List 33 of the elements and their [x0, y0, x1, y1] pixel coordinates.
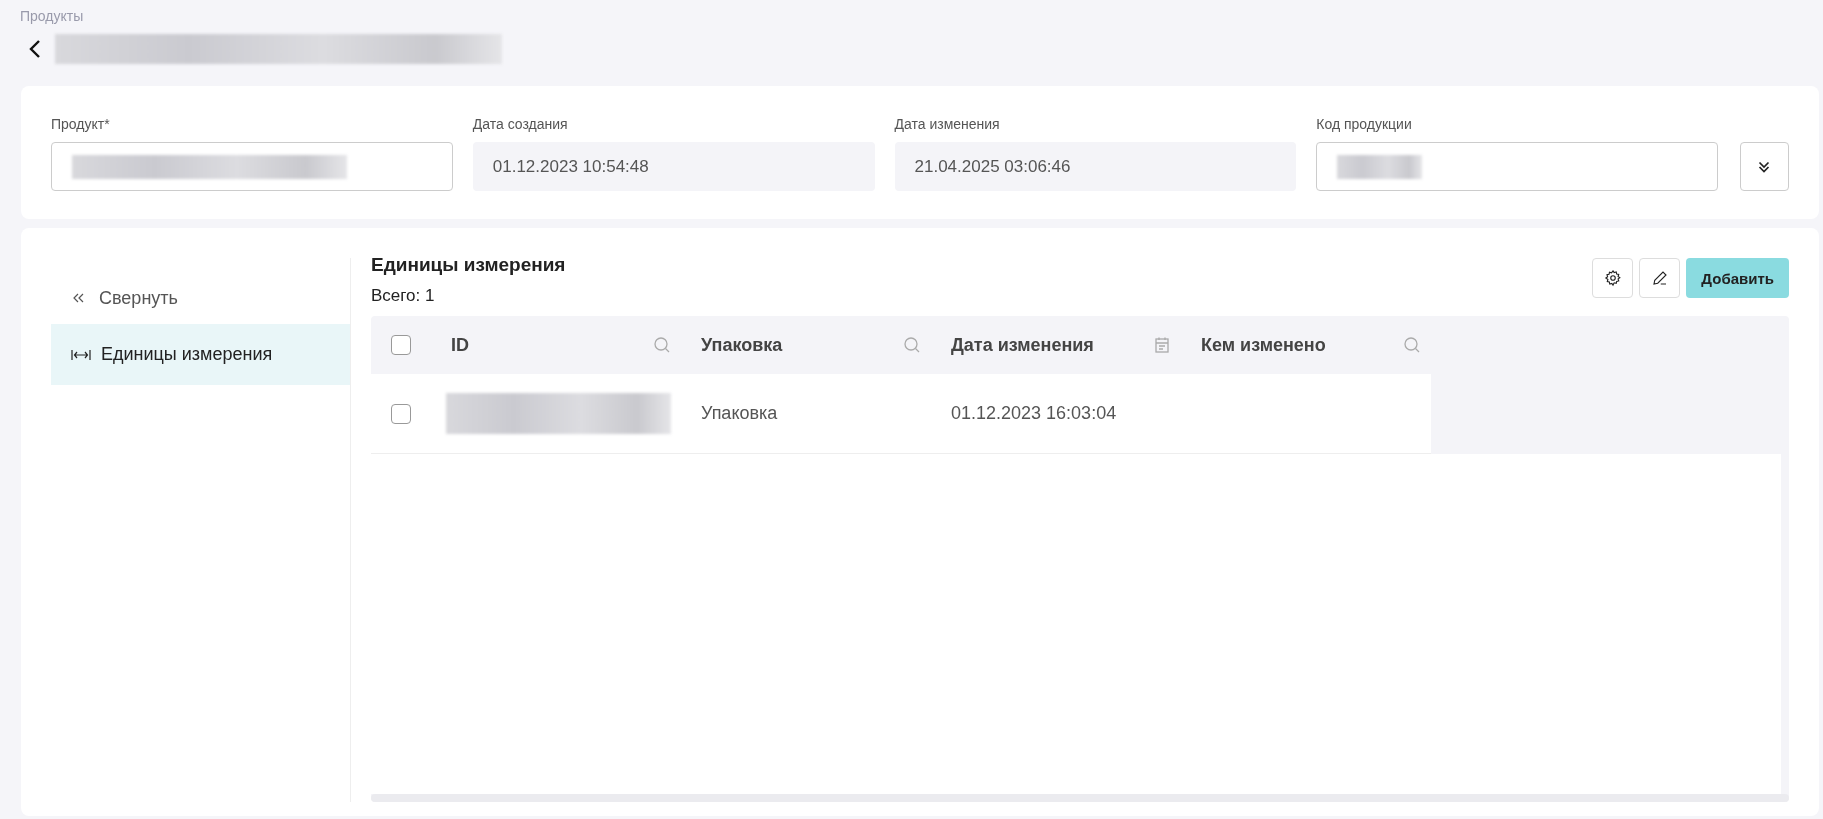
field-label: Продукт*: [51, 116, 111, 132]
expand-button[interactable]: [1740, 142, 1789, 191]
column-header[interactable]: Упаковка: [701, 334, 783, 356]
double-chevron-icon: [71, 292, 85, 304]
search-icon[interactable]: [653, 336, 671, 354]
readonly-field: 01.12.2023 10:54:48: [472, 142, 875, 191]
add-button[interactable]: Добавить: [1686, 258, 1789, 298]
row-checkbox[interactable]: [391, 403, 411, 424]
total-count: Всего: 1: [371, 286, 436, 306]
column-header[interactable]: Дата изменения: [951, 334, 1094, 356]
table-cell: 01.12.2023 16:03:04: [951, 403, 1117, 424]
search-icon[interactable]: [903, 336, 921, 354]
input-field[interactable]: [51, 142, 453, 191]
column-header[interactable]: ID: [451, 334, 469, 356]
section-title: Единицы измерения: [371, 254, 566, 276]
search-icon[interactable]: [1403, 336, 1421, 354]
width-arrow-icon: [71, 348, 91, 361]
sidebar-item[interactable]: Единицы измерения: [51, 324, 350, 385]
edit-button[interactable]: [1639, 258, 1681, 298]
field-label: Дата создания: [472, 116, 569, 132]
back-icon[interactable]: [29, 39, 41, 59]
field-label: Дата изменения: [894, 116, 1001, 132]
collapse-link[interactable]: Свернуть: [51, 276, 350, 320]
select-all-checkbox[interactable]: [391, 335, 411, 355]
column-header[interactable]: Кем изменено: [1201, 334, 1326, 356]
input-field[interactable]: [1316, 142, 1718, 191]
calendar-icon[interactable]: [1153, 336, 1171, 354]
field-label: Код продукции: [1316, 116, 1413, 132]
table-cell: Упаковка: [701, 403, 778, 424]
readonly-field: 21.04.2025 03:06:46: [894, 142, 1297, 191]
pencil-icon: [1650, 269, 1669, 287]
settings-icon: [1603, 269, 1622, 287]
settings-button[interactable]: [1592, 258, 1634, 298]
